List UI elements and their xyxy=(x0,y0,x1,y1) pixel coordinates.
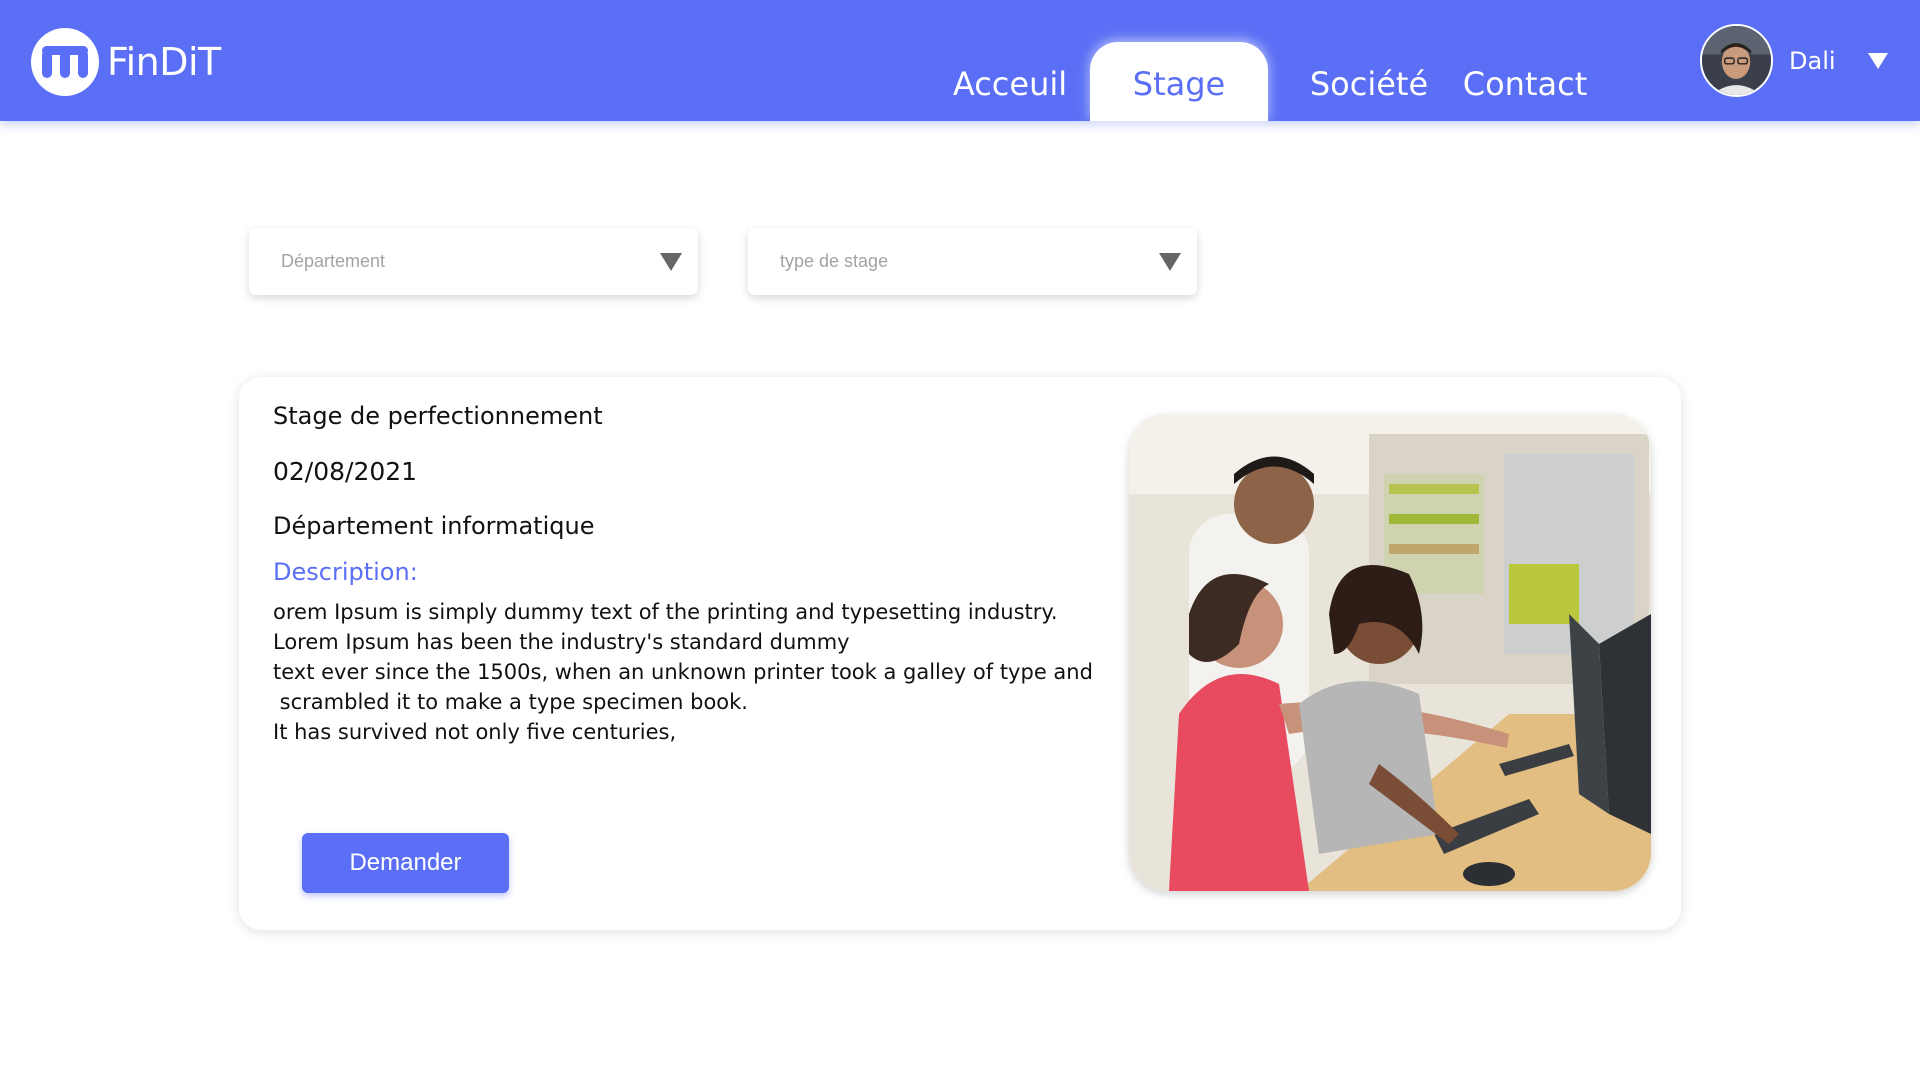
description-line: text ever since the 1500s, when an unkno… xyxy=(273,660,1093,684)
internship-card: Stage de perfectionnement 02/08/2021 Dép… xyxy=(239,377,1681,930)
internship-date: 02/08/2021 xyxy=(273,457,418,486)
stage-type-select-placeholder: type de stage xyxy=(780,251,889,271)
avatar[interactable] xyxy=(1700,24,1773,97)
description-text: orem Ipsum is simply dummy text of the p… xyxy=(273,597,1113,747)
internship-title: Stage de perfectionnement xyxy=(273,402,603,430)
nav-item-stage[interactable]: Stage xyxy=(1090,42,1268,121)
caret-down-icon[interactable] xyxy=(1867,52,1888,69)
description-line: scrambled it to make a type specimen boo… xyxy=(273,690,748,714)
nav-item-label: Société xyxy=(1309,64,1429,103)
caret-down-icon xyxy=(660,252,682,271)
nav-item-label: Contact xyxy=(1462,64,1588,103)
findit-logo-icon xyxy=(31,28,99,96)
caret-down-icon xyxy=(1159,252,1181,271)
user-menu[interactable]: Dali xyxy=(1700,24,1888,97)
internship-department: Département informatique xyxy=(273,512,595,540)
description-line: Lorem Ipsum has been the industry's stan… xyxy=(273,630,850,654)
nav-item-acceuil[interactable]: Acceuil xyxy=(942,42,1078,121)
stage-type-select[interactable]: type de stage xyxy=(748,228,1197,295)
description-line: It has survived not only five centuries, xyxy=(273,720,677,744)
description-label: Description: xyxy=(273,558,418,586)
brand-logo[interactable]: FinDiT xyxy=(31,28,221,96)
nav-item-contact[interactable]: Contact xyxy=(1460,42,1590,121)
description-line: orem Ipsum is simply dummy text of the p… xyxy=(273,600,1058,624)
nav-item-label: Stage xyxy=(1132,64,1226,103)
department-select[interactable]: Département xyxy=(249,228,698,295)
department-select-placeholder: Département xyxy=(281,251,386,271)
nav-item-societe[interactable]: Société xyxy=(1310,42,1428,121)
top-navbar: FinDiT Acceuil Stage Société Contact Dal… xyxy=(0,0,1920,121)
nav-item-label: Acceuil xyxy=(952,64,1068,103)
demander-button[interactable]: Demander xyxy=(302,833,509,893)
brand-name: FinDiT xyxy=(107,40,221,84)
user-name: Dali xyxy=(1789,46,1836,75)
internship-photo xyxy=(1129,414,1651,891)
